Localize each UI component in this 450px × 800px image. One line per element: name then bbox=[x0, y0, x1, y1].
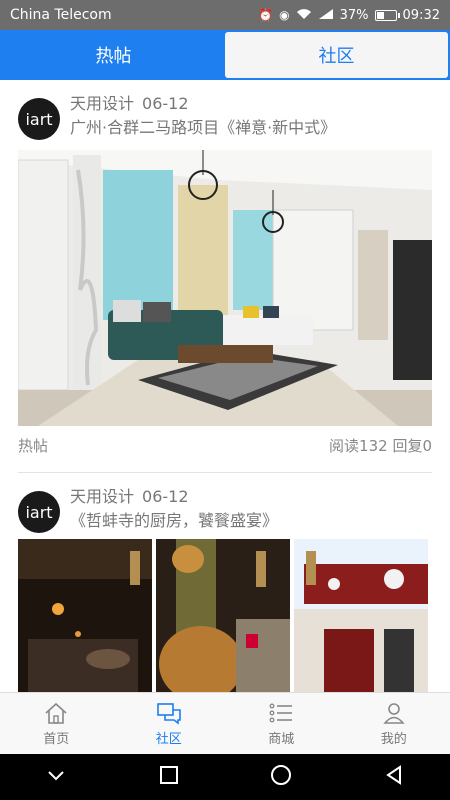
status-icons: ⏰ ◉ 37% 09:32 bbox=[258, 8, 440, 23]
tab-community[interactable]: 社区 bbox=[225, 32, 448, 78]
kitchen-photo-1 bbox=[18, 539, 152, 692]
tab-label: 热帖 bbox=[95, 46, 132, 67]
battery-icon bbox=[374, 9, 400, 21]
avatar-logo-text: iart bbox=[25, 109, 53, 129]
back-triangle-icon[interactable] bbox=[382, 763, 406, 791]
tab-hot-posts[interactable]: 热帖 bbox=[2, 32, 225, 78]
alarm-icon: ⏰ bbox=[258, 8, 274, 22]
clock: 09:32 bbox=[402, 7, 440, 23]
author-name[interactable]: 天用设计 bbox=[70, 94, 134, 113]
wifi-icon bbox=[296, 8, 312, 22]
recents-square-icon[interactable] bbox=[157, 763, 181, 791]
post-title[interactable]: 广州·合群二马路项目《禅意·新中式》 bbox=[70, 116, 336, 140]
avatar-logo-text: iart bbox=[25, 502, 53, 522]
post-header-text: 天用设计 06-12 广州·合群二马路项目《禅意·新中式》 bbox=[70, 92, 336, 140]
post-image-grid bbox=[18, 539, 432, 692]
nav-label: 社区 bbox=[155, 732, 182, 747]
post-stats: 阅读132 回复0 bbox=[329, 437, 432, 455]
nav-shop[interactable]: 商城 bbox=[225, 693, 338, 754]
signal-4g-icon bbox=[318, 8, 334, 22]
post-meta: 天用设计 06-12 bbox=[70, 92, 336, 116]
battery-level-fill bbox=[376, 11, 384, 19]
post-title[interactable]: 《哲蚌寺的厨房，饕餮盛宴》 bbox=[70, 509, 278, 533]
home-icon bbox=[45, 702, 67, 724]
top-tabs: 热帖 社区 bbox=[0, 30, 450, 80]
post-header: iart 天用设计 06-12 《哲蚌寺的厨房，饕餮盛宴》 bbox=[18, 485, 432, 533]
nav-label: 首页 bbox=[43, 732, 70, 747]
monastery-photo bbox=[294, 539, 428, 692]
nav-label: 商城 bbox=[268, 732, 295, 747]
system-nav-bar bbox=[0, 754, 450, 800]
living-room-photo bbox=[18, 150, 432, 426]
post-category[interactable]: 热帖 bbox=[18, 426, 48, 466]
post-date: 06-12 bbox=[142, 487, 189, 506]
post-thumbnail[interactable] bbox=[18, 539, 152, 692]
post-header-text: 天用设计 06-12 《哲蚌寺的厨房，饕餮盛宴》 bbox=[70, 485, 278, 533]
post-meta: 天用设计 06-12 bbox=[70, 485, 278, 509]
carrier-label: China Telecom bbox=[10, 7, 112, 23]
nav-label: 我的 bbox=[380, 732, 407, 747]
list-icon bbox=[269, 703, 293, 723]
author-name[interactable]: 天用设计 bbox=[70, 487, 134, 506]
post-card[interactable]: iart 天用设计 06-12 广州·合群二马路项目《禅意·新中式》 热帖 阅读… bbox=[0, 80, 450, 473]
avatar[interactable]: iart bbox=[18, 98, 60, 140]
status-bar: China Telecom ⏰ ◉ 37% 09:32 bbox=[0, 0, 450, 30]
nav-profile[interactable]: 我的 bbox=[338, 693, 450, 754]
post-thumbnail[interactable] bbox=[294, 539, 428, 692]
kitchen-photo-2 bbox=[156, 539, 290, 692]
post-header: iart 天用设计 06-12 广州·合群二马路项目《禅意·新中式》 bbox=[18, 92, 432, 140]
chat-bubbles-icon bbox=[156, 703, 181, 725]
battery-percent: 37% bbox=[339, 7, 369, 23]
chevron-down-icon[interactable] bbox=[44, 763, 68, 791]
post-date: 06-12 bbox=[142, 94, 189, 113]
nav-home[interactable]: 首页 bbox=[0, 693, 113, 754]
tab-label: 社区 bbox=[318, 46, 355, 67]
avatar[interactable]: iart bbox=[18, 491, 60, 533]
home-circle-icon[interactable] bbox=[269, 763, 293, 791]
user-icon bbox=[383, 703, 405, 724]
post-card[interactable]: iart 天用设计 06-12 《哲蚌寺的厨房，饕餮盛宴》 bbox=[0, 473, 450, 692]
post-footer: 热帖 阅读132 回复0 bbox=[18, 426, 432, 466]
bottom-nav: 首页 社区 商城 我的 bbox=[0, 692, 450, 754]
nav-community[interactable]: 社区 bbox=[113, 693, 226, 754]
eye-icon: ◉ bbox=[279, 8, 290, 22]
post-feed[interactable]: iart 天用设计 06-12 广州·合群二马路项目《禅意·新中式》 热帖 阅读… bbox=[0, 80, 450, 692]
post-thumbnail[interactable] bbox=[156, 539, 290, 692]
post-hero-image[interactable] bbox=[18, 150, 432, 426]
